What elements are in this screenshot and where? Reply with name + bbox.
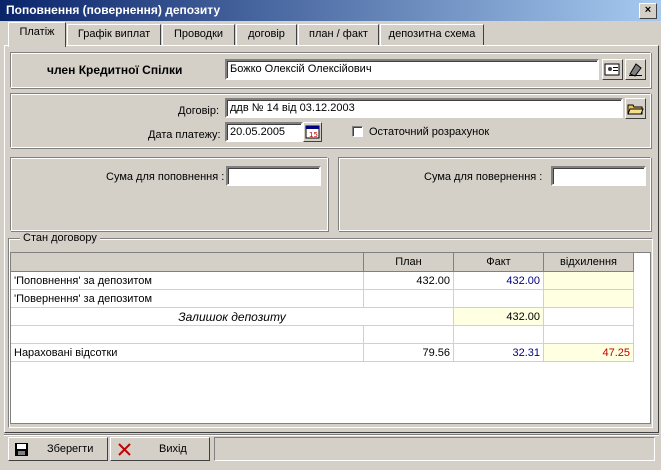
column-header-deviation: відхилення <box>544 253 634 272</box>
contract-open-button[interactable] <box>625 98 646 119</box>
return-amount-field[interactable] <box>551 166 646 186</box>
table-cell-deviation[interactable] <box>544 326 634 344</box>
contract-label: Договір: <box>178 105 220 117</box>
return-label: Сума для повернення : <box>424 171 543 183</box>
table-cell-plan[interactable] <box>364 290 454 308</box>
tab-label: план / факт <box>309 28 368 40</box>
save-button[interactable]: Зберегти <box>8 437 108 461</box>
tab-deposit-scheme[interactable]: депозитна схема <box>380 24 484 45</box>
table-cell-deviation[interactable] <box>544 272 634 290</box>
table-cell-deviation[interactable] <box>544 308 634 326</box>
table-cell-plan[interactable]: 432.00 <box>364 272 454 290</box>
table-cell-plan[interactable] <box>364 326 454 344</box>
member-field[interactable]: Божко Олексій Олексійович <box>225 59 599 80</box>
payment-date-field[interactable]: 20.05.2005 <box>225 122 303 142</box>
table-row-name[interactable]: 'Поповнення' за депозитом <box>11 272 364 290</box>
table-row-name[interactable]: 'Повернення' за депозитом <box>11 290 364 308</box>
final-calc-checkbox[interactable] <box>352 126 363 137</box>
tab-payment-schedule[interactable]: Графік виплат <box>67 24 161 45</box>
tab-contract[interactable]: договір <box>236 24 297 45</box>
tab-label: договір <box>248 28 285 40</box>
top-up-label: Сума для поповнення : <box>106 171 225 183</box>
folder-open-icon <box>627 104 644 115</box>
payment-date-label: Дата платежу: <box>148 129 221 141</box>
tab-plan-fact[interactable]: план / факт <box>298 24 379 45</box>
table-row-name[interactable]: Залишок депозиту <box>11 308 454 326</box>
table-cell-deviation[interactable]: 47.25 <box>544 344 634 362</box>
floppy-disk-icon <box>15 443 28 456</box>
table-cell-fact[interactable]: 432.00 <box>454 272 544 290</box>
column-header-name <box>11 253 364 272</box>
table-row-name[interactable] <box>11 326 364 344</box>
member-lookup-button[interactable] <box>602 59 623 80</box>
window-titlebar: Поповнення (повернення) депозиту × <box>0 0 661 21</box>
tab-postings[interactable]: Проводки <box>162 24 235 45</box>
exit-button[interactable]: Вихід <box>110 437 210 461</box>
window-title: Поповнення (повернення) депозиту <box>6 3 221 17</box>
member-clear-button[interactable] <box>625 59 646 80</box>
table-cell-fact[interactable] <box>454 290 544 308</box>
table-cell-plan[interactable]: 79.56 <box>364 344 454 362</box>
final-calc-label: Остаточний розрахунок <box>369 126 490 138</box>
tab-label: Платіж <box>19 26 55 38</box>
table-cell-fact[interactable] <box>454 326 544 344</box>
contract-state-legend: Стан договору <box>20 232 100 244</box>
top-up-amount-field[interactable] <box>226 166 321 186</box>
save-button-label: Зберегти <box>47 443 94 455</box>
member-label: член Кредитної Спілки <box>47 63 183 77</box>
table-cell-fact[interactable]: 432.00 <box>454 308 544 326</box>
member-card-icon <box>604 63 620 76</box>
tab-label: Проводки <box>173 28 224 40</box>
status-bar <box>214 437 655 461</box>
calendar-icon: 15 <box>305 125 320 139</box>
close-button[interactable]: × <box>639 3 657 19</box>
table-cell-deviation[interactable] <box>544 290 634 308</box>
close-x-icon <box>118 443 131 456</box>
table-cell-fact[interactable]: 32.31 <box>454 344 544 362</box>
tab-payment[interactable]: Платіж <box>8 22 66 47</box>
tab-label: депозитна схема <box>388 28 476 40</box>
svg-text:15: 15 <box>309 131 318 139</box>
contract-field[interactable]: ддв № 14 від 03.12.2003 <box>225 98 623 118</box>
date-picker-button[interactable]: 15 <box>303 122 322 142</box>
column-header-fact: Факт <box>454 253 544 272</box>
column-header-plan: План <box>364 253 454 272</box>
contract-state-table: План Факт відхилення 'Поповнення' за деп… <box>10 252 651 424</box>
tab-label: Графік виплат <box>77 28 151 40</box>
exit-button-label: Вихід <box>159 443 187 455</box>
table-row-name[interactable]: Нараховані відсотки <box>11 344 364 362</box>
eraser-icon <box>629 63 642 77</box>
